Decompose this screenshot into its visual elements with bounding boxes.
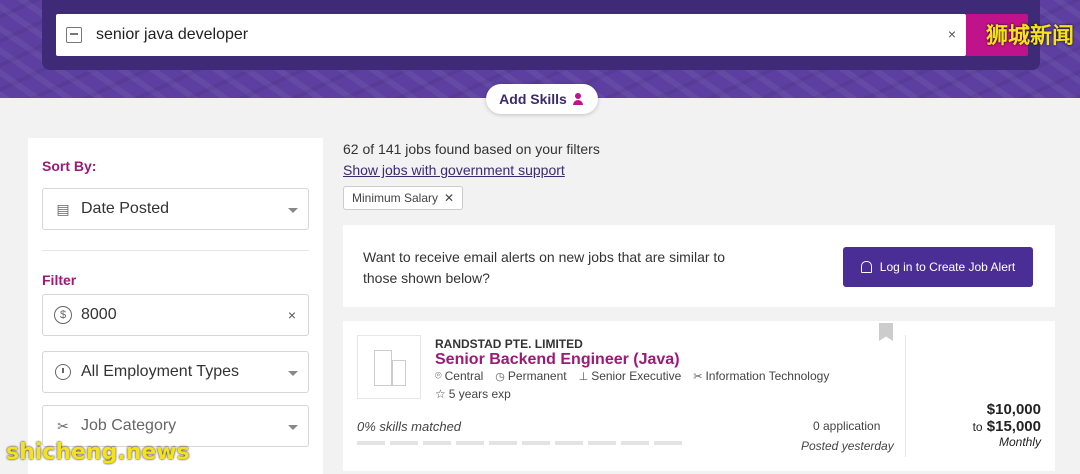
- chip-label: Minimum Salary: [352, 191, 439, 205]
- government-support-link[interactable]: Show jobs with government support: [343, 162, 565, 178]
- application-count: 0 application: [813, 419, 881, 433]
- salary-clear-button[interactable]: ×: [288, 307, 296, 323]
- results-count: 62 of 141 jobs found based on your filte…: [343, 141, 600, 157]
- skill-bar: [555, 441, 583, 445]
- create-job-alert-button[interactable]: Log in to Create Job Alert: [843, 247, 1033, 287]
- filter-label: Filter: [42, 272, 77, 288]
- building-icon: [374, 350, 392, 386]
- employment-type-select[interactable]: All Employment Types: [42, 351, 309, 393]
- skill-bar: [423, 441, 451, 445]
- clock-icon: [53, 362, 73, 382]
- employment-label: Permanent: [507, 369, 567, 383]
- minimum-salary-chip[interactable]: Minimum Salary ✕: [343, 186, 464, 210]
- chevron-down-icon: [288, 371, 298, 376]
- location-tag: ⌾ Central: [435, 369, 483, 383]
- job-alert-card: Want to receive email alerts on new jobs…: [343, 225, 1055, 307]
- salary-value: 8000: [81, 306, 117, 323]
- location-pin-icon: ⌾: [435, 369, 442, 382]
- star-icon: ☆: [435, 387, 446, 401]
- building-icon-annex: [392, 360, 406, 386]
- job-card[interactable]: RANDSTAD PTE. LIMITED Senior Backend Eng…: [343, 321, 1055, 471]
- search-query[interactable]: senior java developer: [96, 26, 248, 44]
- alert-text: Want to receive email alerts on new jobs…: [363, 249, 726, 286]
- tools-icon: ✂: [57, 417, 69, 434]
- briefcase-icon: [66, 27, 82, 43]
- job-title[interactable]: Senior Backend Engineer (Java): [435, 351, 680, 369]
- close-icon[interactable]: ✕: [444, 191, 454, 205]
- salary-field[interactable]: $ 8000 ×: [42, 294, 309, 336]
- employment-value: All Employment Types: [81, 363, 239, 380]
- tools-icon: ✂: [693, 370, 703, 383]
- salary-max: $15,000: [986, 418, 1041, 435]
- alert-button-label: Log in to Create Job Alert: [879, 260, 1016, 274]
- employment-tag: ◷ Permanent: [495, 369, 566, 383]
- person-icon: [572, 93, 585, 105]
- divider: [905, 335, 906, 457]
- watermark-top: 狮城新闻: [985, 24, 1074, 49]
- skill-bar: [621, 441, 649, 445]
- dollar-icon: $: [53, 305, 73, 325]
- experience-label: 5 years exp: [448, 387, 511, 401]
- bookmark-icon[interactable]: [879, 323, 893, 341]
- experience-tag: ☆ 5 years exp: [435, 387, 511, 401]
- category-label: Information Technology: [705, 369, 830, 383]
- company-logo: [357, 335, 421, 399]
- skills-progress-bars: [357, 441, 682, 445]
- skill-bar: [654, 441, 682, 445]
- skill-bar: [489, 441, 517, 445]
- salary-to: to: [972, 420, 983, 434]
- level-label: Senior Executive: [591, 369, 682, 383]
- filter-sidebar: Sort By: ▤ Date Posted Filter $ 8000 × A…: [28, 138, 323, 474]
- skills-matched: 0% skills matched: [357, 419, 462, 434]
- add-skills-button[interactable]: Add Skills: [486, 84, 598, 114]
- skill-bar: [357, 441, 385, 445]
- category-value: Job Category: [81, 417, 177, 434]
- skill-bar: [588, 441, 616, 445]
- search-input[interactable]: senior java developer ×: [56, 14, 966, 56]
- hierarchy-icon: ⊥: [578, 370, 589, 383]
- salary-range: $10,000 to $15,000 Monthly: [973, 401, 1041, 449]
- sort-select[interactable]: ▤ Date Posted: [42, 188, 309, 230]
- skill-bar: [390, 441, 418, 445]
- sort-label: Sort By:: [42, 158, 97, 174]
- sort-value: Date Posted: [81, 200, 170, 217]
- calendar-icon: ▤: [56, 200, 70, 217]
- category-tag: ✂ Information Technology: [693, 369, 829, 383]
- company-name: RANDSTAD PTE. LIMITED: [435, 337, 583, 351]
- bell-icon: [860, 261, 872, 273]
- watermark-bottom: shicheng.news: [6, 440, 190, 465]
- salary-min: $10,000: [986, 401, 1041, 418]
- level-tag: ⊥ Senior Executive: [579, 369, 682, 383]
- salary-period: Monthly: [998, 435, 1041, 449]
- skill-bar: [456, 441, 484, 445]
- clock-icon: ◷: [495, 370, 505, 383]
- posted-date: Posted yesterday: [801, 439, 894, 453]
- search-clear-button[interactable]: ×: [948, 26, 956, 42]
- add-skills-label: Add Skills: [499, 91, 567, 107]
- job-tags: ⌾ Central ◷ Permanent ⊥ Senior Executive ✂ I…: [435, 369, 829, 383]
- divider: [42, 250, 309, 251]
- location-label: Central: [444, 369, 484, 383]
- skill-bar: [522, 441, 550, 445]
- chevron-down-icon: [288, 425, 298, 430]
- chevron-down-icon: [288, 208, 298, 213]
